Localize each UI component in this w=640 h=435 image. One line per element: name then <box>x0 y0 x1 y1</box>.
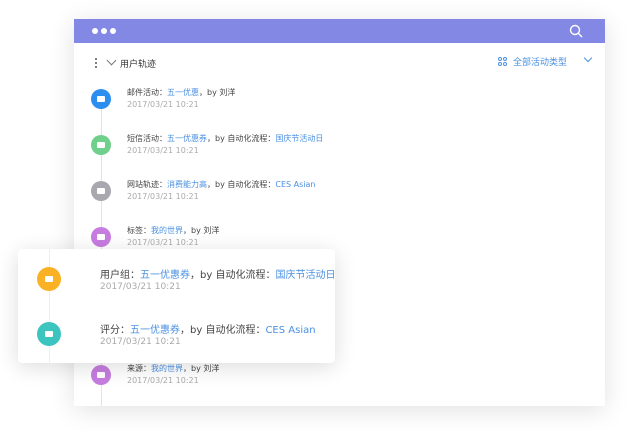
item-text: 用户组：五一优惠券，by 自动化流程：国庆节活动日 <box>100 266 335 281</box>
filter-label: 全部活动类型 <box>512 58 567 68</box>
timeline-item: 网站轨迹：消费能力高，by 自动化流程：CES Asian 2017/03/21… <box>91 179 571 211</box>
section-title: 用户轨迹 <box>120 60 157 70</box>
filter-chevron-icon[interactable] <box>583 53 593 63</box>
kebab-icon[interactable] <box>95 57 99 69</box>
item-text: 邮件活动：五一优惠，by 刘洋 <box>127 87 235 98</box>
item-time: 2017/03/21 10:21 <box>127 192 199 201</box>
item-link[interactable]: 五一优惠券 <box>130 325 180 336</box>
compass-icon <box>91 365 111 385</box>
item-by: ，by 自动化流程： <box>207 134 276 143</box>
item-by: ，by 刘洋 <box>199 88 236 97</box>
monitor-icon <box>91 181 111 201</box>
item-by: ，by 刘洋 <box>183 226 220 235</box>
user-group-icon <box>37 267 61 291</box>
item-text: 评分：五一优惠券，by 自动化流程：CES Asian <box>100 321 316 336</box>
item-time: 2017/03/21 10:21 <box>100 282 181 292</box>
item-label: 邮件活动： <box>127 88 167 97</box>
item-link[interactable]: 消费能力高 <box>167 180 207 189</box>
item-link[interactable]: 五一优惠券 <box>167 134 207 143</box>
item-time: 2017/03/21 10:21 <box>127 146 199 155</box>
flow-link[interactable]: CES Asian <box>275 180 315 189</box>
timeline-item: 用户组：五一优惠券，by 自动化流程：国庆节活动日 2017/03/21 10:… <box>37 267 517 307</box>
item-label: 标签： <box>127 226 151 235</box>
item-text: 网站轨迹：消费能力高，by 自动化流程：CES Asian <box>127 179 315 190</box>
item-by: ，by 自动化流程： <box>180 325 266 336</box>
item-text: 来源：我的世界，by 刘洋 <box>127 363 219 374</box>
timeline-item: 短信活动：五一优惠券，by 自动化流程：国庆节活动日 2017/03/21 10… <box>91 133 571 165</box>
activity-type-filter[interactable]: 全部活动类型 <box>497 55 567 68</box>
item-time: 2017/03/21 10:21 <box>100 337 181 347</box>
rating-icon <box>37 322 61 346</box>
item-time: 2017/03/21 10:21 <box>127 100 199 109</box>
item-label: 短信活动： <box>127 134 167 143</box>
item-link[interactable]: 五一优惠 <box>167 88 199 97</box>
chevron-down-icon[interactable] <box>106 55 117 66</box>
search-icon[interactable] <box>569 24 583 38</box>
popup-card: 用户组：五一优惠券，by 自动化流程：国庆节活动日 2017/03/21 10:… <box>18 249 335 363</box>
item-label: 来源： <box>127 364 151 373</box>
timeline-item: 评分：五一优惠券，by 自动化流程：CES Asian 2017/03/21 1… <box>37 322 517 362</box>
item-text: 短信活动：五一优惠券，by 自动化流程：国庆节活动日 <box>127 133 323 144</box>
item-time: 2017/03/21 10:21 <box>127 376 199 385</box>
flow-link[interactable]: CES Asian <box>265 325 315 336</box>
item-time: 2017/03/21 10:21 <box>127 238 199 247</box>
message-icon <box>91 135 111 155</box>
item-link[interactable]: 我的世界 <box>151 364 183 373</box>
timeline-item: 来源：我的世界，by 刘洋 2017/03/21 10:21 <box>91 363 571 395</box>
flow-link[interactable]: 国庆节活动日 <box>275 270 335 281</box>
mail-icon <box>91 89 111 109</box>
header-bar <box>74 19 605 43</box>
tag-icon <box>91 227 111 247</box>
item-link[interactable]: 五一优惠券 <box>140 270 190 281</box>
grid-icon <box>497 57 507 66</box>
item-text: 标签：我的世界，by 刘洋 <box>127 225 219 236</box>
item-link[interactable]: 我的世界 <box>151 226 183 235</box>
item-label: 评分： <box>100 325 130 336</box>
more-dots-icon[interactable] <box>92 28 116 34</box>
item-label: 用户组： <box>100 270 140 281</box>
item-by: ，by 自动化流程： <box>207 180 276 189</box>
item-by: ，by 自动化流程： <box>190 270 276 281</box>
flow-link[interactable]: 国庆节活动日 <box>275 134 323 143</box>
timeline-item: 邮件活动：五一优惠，by 刘洋 2017/03/21 10:21 <box>91 87 571 119</box>
item-label: 网站轨迹： <box>127 180 167 189</box>
item-by: ，by 刘洋 <box>183 364 220 373</box>
